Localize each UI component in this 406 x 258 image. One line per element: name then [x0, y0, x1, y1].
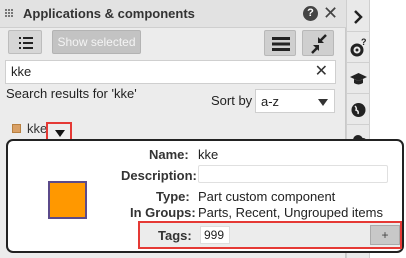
collapse-button[interactable]: [302, 30, 334, 56]
tags-row: Tags: 999 +: [138, 221, 402, 249]
svg-text:?: ?: [361, 37, 367, 47]
tags-label: Tags:: [158, 228, 192, 243]
list-view-button[interactable]: [8, 30, 42, 54]
search-results-label: Search results for 'kke': [6, 86, 137, 101]
rail-globe-button[interactable]: [347, 95, 370, 125]
app-root: Applications & components ? ✕ Show selec…: [0, 0, 406, 258]
type-value: Part custom component: [198, 189, 336, 204]
type-label: Type:: [156, 189, 190, 204]
list-icon: [19, 37, 33, 49]
groups-value: Parts, Recent, Ungrouped items: [198, 205, 383, 220]
hamburger-icon: [272, 37, 290, 51]
chevron-down-icon: [318, 99, 328, 106]
component-color-swatch: [12, 124, 21, 133]
sort-label: Sort by: [211, 93, 253, 108]
sort-select[interactable]: a-z: [255, 89, 335, 113]
list-item-label: kke: [27, 121, 48, 136]
component-preview-swatch: [48, 181, 87, 219]
search-box[interactable]: kke ✕: [5, 60, 336, 84]
name-value: kke: [198, 147, 219, 162]
collapse-arrows-icon: [311, 34, 327, 54]
clear-search-icon[interactable]: ✕: [315, 62, 328, 82]
description-label: Description:: [121, 168, 197, 183]
graduation-cap-icon: [350, 73, 367, 85]
close-icon[interactable]: ✕: [323, 3, 338, 23]
caret-down-icon: [55, 130, 65, 137]
panel-title: Applications & components: [23, 6, 195, 21]
groups-label: In Groups:: [130, 205, 196, 220]
tags-input[interactable]: 999: [200, 226, 230, 244]
name-label: Name:: [149, 147, 189, 162]
drag-grip-icon[interactable]: [5, 9, 14, 19]
globe-icon: [351, 103, 366, 117]
description-field[interactable]: [198, 165, 388, 183]
show-selected-button[interactable]: Show selected: [52, 30, 141, 54]
sort-value: a-z: [261, 94, 280, 109]
menu-button[interactable]: [264, 30, 296, 56]
chevron-right-icon: [354, 10, 363, 24]
rail-settings-help-button[interactable]: ?: [347, 33, 370, 63]
panel-title-bar[interactable]: Applications & components ? ✕: [0, 0, 346, 28]
rail-chevron-right-button[interactable]: [347, 2, 370, 32]
search-input[interactable]: kke: [11, 64, 31, 79]
settings-help-icon: ?: [350, 37, 367, 57]
help-icon[interactable]: ?: [303, 6, 318, 21]
rail-tutorials-button[interactable]: [347, 64, 370, 94]
add-tag-button[interactable]: +: [370, 225, 400, 245]
component-details-popup: Name: kke Description: Type: Part custom…: [6, 139, 404, 253]
